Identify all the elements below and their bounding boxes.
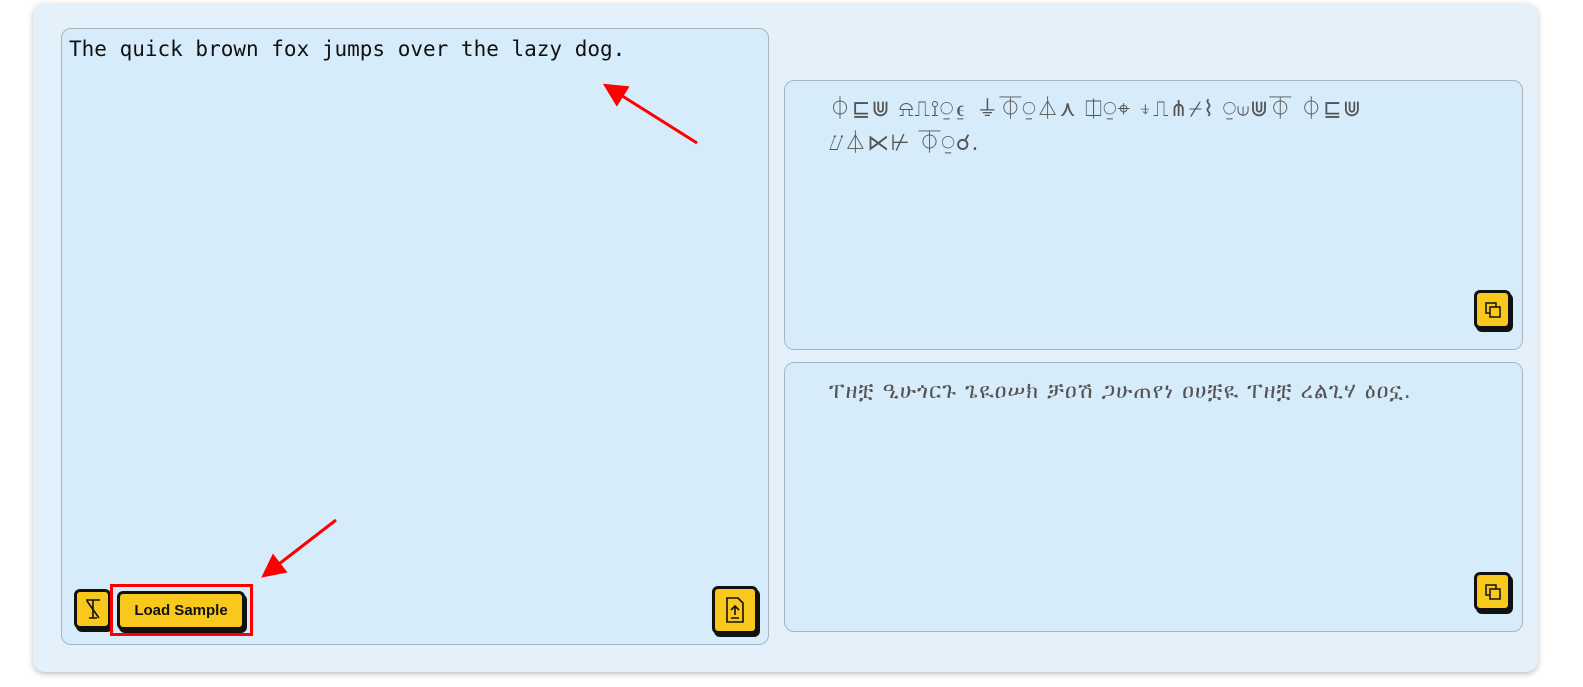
copy-button-2[interactable] <box>1474 572 1511 611</box>
copy-icon <box>1484 583 1501 600</box>
upload-file-button[interactable] <box>712 586 758 634</box>
output-text-2: ፐዘቿ ዒሁጎርጉ ጌዪዐሠክ ቻዐሽ ጋሁጠየነ ዐሀቿዪ ፐዘቿ ረልጊሃ … <box>829 379 1412 404</box>
clear-button[interactable] <box>74 589 111 629</box>
input-text[interactable]: The quick brown fox jumps over the lazy … <box>69 37 625 61</box>
output-panel-2: ፐዘቿ ዒሁጎርጉ ጌዪዐሠክ ቻዐሽ ጋሁጠየነ ዐሀቿዪ ፐዘቿ ረልጊሃ … <box>784 362 1523 632</box>
file-upload-icon <box>726 597 744 623</box>
output-text-1: ⏀⊑⋓ ⍾⎍⟟⍜⍷ ⏚⏁⍜⏃⋏ ⎅⍜⌖ ⍖⎍⋔⌿⌇ ⍜⟒⋓⏁ ⏀⊑⋓ ⌰⏃⋉⊬ … <box>829 97 1363 156</box>
output-panel-1: ⏀⊑⋓ ⍾⎍⟟⍜⍷ ⏚⏁⍜⏃⋏ ⎅⍜⌖ ⍖⎍⋔⌿⌇ ⍜⟒⋓⏁ ⏀⊑⋓ ⌰⏃⋉⊬ … <box>784 80 1523 350</box>
clear-format-icon <box>85 599 100 619</box>
input-textarea[interactable]: The quick brown fox jumps over the lazy … <box>61 28 769 645</box>
annotation-highlight-box <box>110 584 253 636</box>
copy-button-1[interactable] <box>1474 290 1511 329</box>
copy-icon <box>1484 301 1501 318</box>
